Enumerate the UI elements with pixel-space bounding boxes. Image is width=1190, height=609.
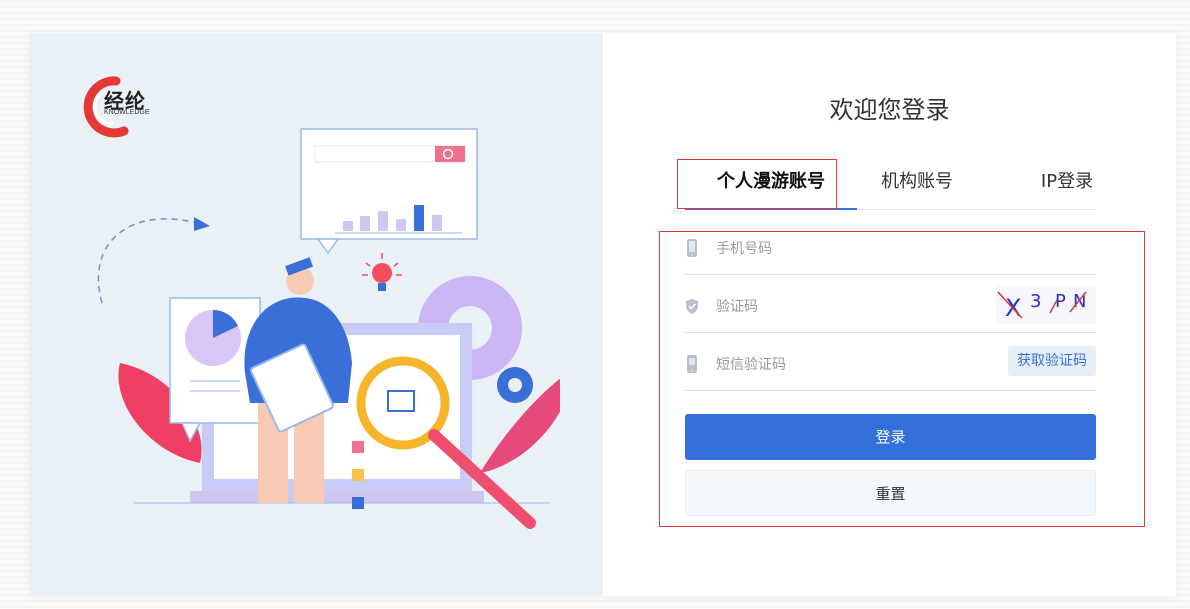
captcha-char-2: 3 bbox=[1030, 291, 1041, 312]
tab-ip-login[interactable]: IP登录 bbox=[1017, 153, 1117, 208]
captcha-input[interactable] bbox=[714, 294, 978, 320]
shield-icon bbox=[686, 299, 698, 314]
captcha-field: X 3 P N bbox=[685, 286, 1096, 333]
login-panel: 欢迎您登录 个人漫游账号 机构账号 IP登录 X bbox=[603, 33, 1176, 596]
login-illustration bbox=[97, 128, 560, 529]
phone-input[interactable] bbox=[714, 236, 978, 262]
sms-code-input[interactable] bbox=[714, 352, 978, 378]
sms-code-field: 获取验证码 bbox=[685, 346, 1096, 391]
active-tab-highlight bbox=[677, 159, 837, 209]
brand-subtitle: KNOWLEDGE bbox=[104, 109, 150, 116]
phone-icon bbox=[687, 239, 697, 257]
login-button[interactable]: 登录 bbox=[685, 414, 1096, 460]
login-card: 经纶 KNOWLEDGE 欢迎您登录 个人漫游账号 机构账号 IP登录 手机号码… bbox=[30, 33, 1176, 596]
welcome-title: 欢迎您登录 bbox=[829, 96, 950, 124]
get-sms-code-button[interactable]: 获取验证码 bbox=[1008, 346, 1096, 376]
phone-field bbox=[685, 230, 1096, 275]
illustration-panel: 经纶 KNOWLEDGE bbox=[30, 33, 603, 596]
tab-institution-account[interactable]: 机构账号 bbox=[857, 153, 977, 208]
captcha-image[interactable]: X 3 P N bbox=[996, 286, 1096, 324]
sms-phone-icon bbox=[687, 355, 697, 373]
reset-button[interactable]: 重置 bbox=[685, 470, 1096, 516]
